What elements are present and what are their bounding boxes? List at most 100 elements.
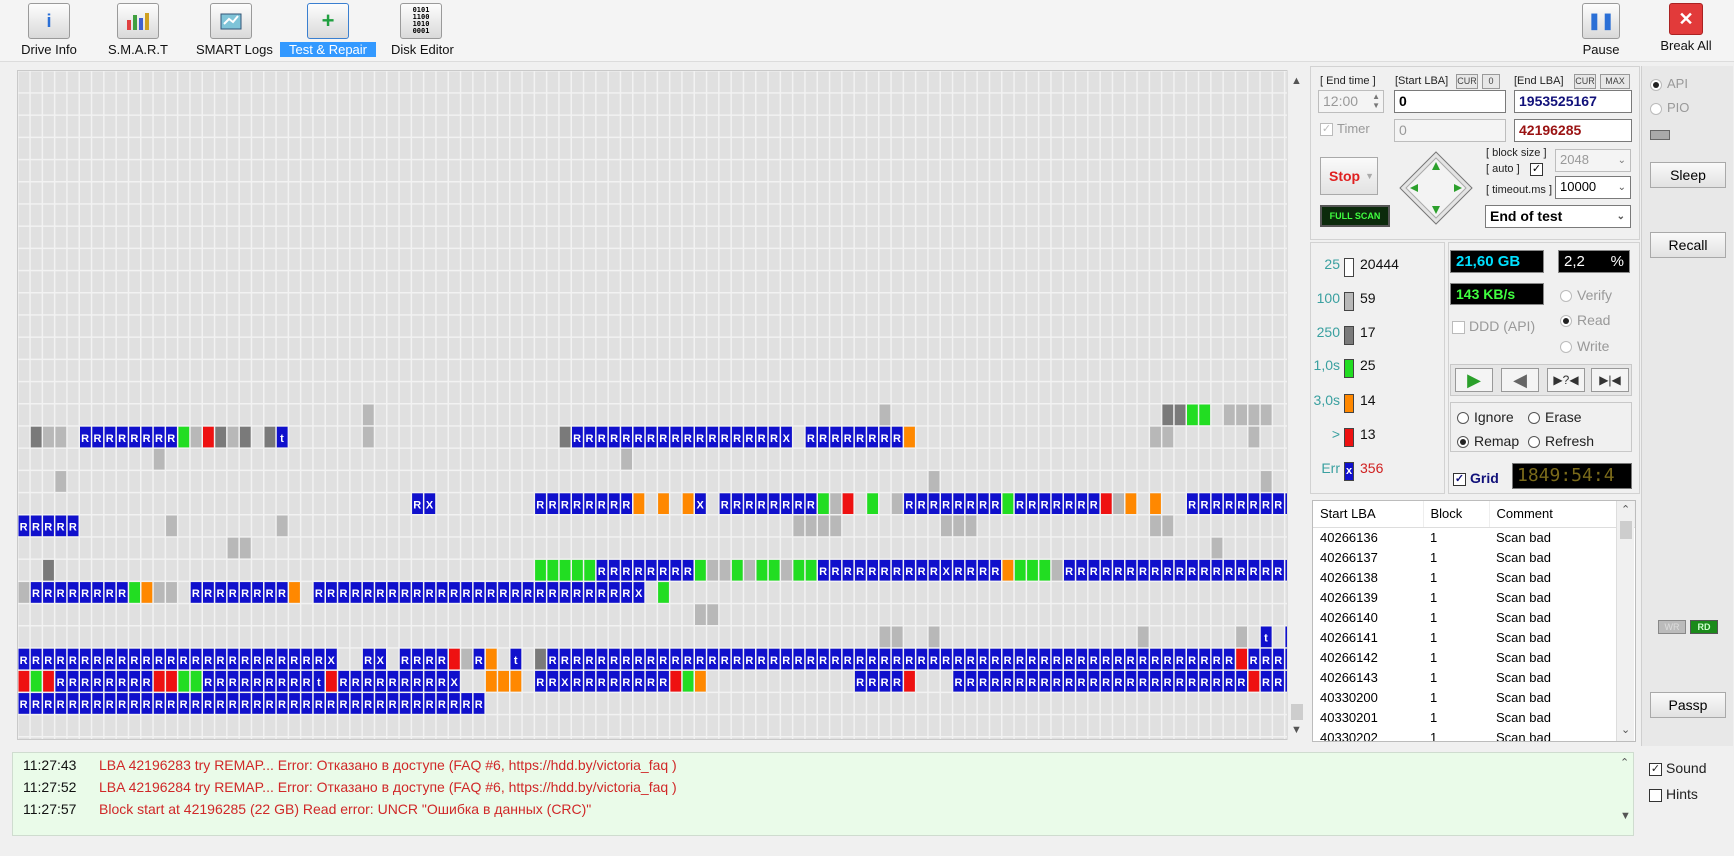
stop-dropdown-icon[interactable]: ▼ — [1365, 158, 1374, 194]
sleep-button[interactable]: Sleep — [1650, 162, 1726, 188]
start-lba-input[interactable]: 0 — [1394, 90, 1506, 113]
seek-random-icon[interactable]: ▶?◀ — [1547, 368, 1585, 392]
scan-block-letter: R — [585, 588, 593, 600]
test-repair-button[interactable]: + Test & Repair — [280, 3, 376, 59]
ignore-radio[interactable]: Ignore — [1457, 409, 1514, 425]
remap-radio[interactable]: Remap — [1457, 433, 1519, 449]
scan-block — [153, 448, 165, 470]
timer-checkbox[interactable]: ✓ Timer — [1320, 121, 1370, 137]
table-row[interactable]: 40266136 1 Scan bad — [1313, 527, 1635, 547]
table-row[interactable]: 40330200 1 Scan bad — [1313, 687, 1635, 707]
scan-block-letter: R — [290, 655, 298, 667]
table-row[interactable]: 40266140 1 Scan bad — [1313, 607, 1635, 627]
scan-block-letter: R — [573, 433, 581, 445]
passp-button[interactable]: Passp — [1650, 692, 1726, 718]
end-cur-button[interactable]: CUR — [1574, 74, 1596, 89]
start-zero-button[interactable]: 0 — [1482, 74, 1500, 89]
scan-block — [1150, 515, 1161, 537]
scan-block-letter: R — [1188, 499, 1196, 511]
table-row[interactable]: 40266143 1 Scan bad — [1313, 667, 1635, 687]
col-comment[interactable]: Comment — [1489, 501, 1635, 528]
scan-block-letter: R — [413, 588, 421, 600]
table-cell: 40330202 — [1320, 729, 1378, 742]
read-radio[interactable]: Read — [1560, 312, 1610, 328]
time-spinner-icon[interactable]: ▲ ▼ — [1372, 92, 1380, 110]
table-cell: Scan bad — [1496, 549, 1551, 565]
table-row[interactable]: 40266142 1 Scan bad — [1313, 647, 1635, 667]
smart-logs-button[interactable]: SMART Logs — [190, 3, 273, 59]
auto-block-checkbox[interactable]: ✓ — [1530, 163, 1543, 176]
scroll-up-icon[interactable]: ▲ — [1291, 75, 1302, 87]
seek-end-icon[interactable]: ▶|◀ — [1591, 368, 1629, 392]
scroll-thumb[interactable] — [1620, 521, 1632, 539]
navigation-diamond[interactable] — [1398, 150, 1474, 226]
timer-input[interactable]: 0 — [1394, 119, 1506, 142]
table-row[interactable]: 40266141 1 Scan bad — [1313, 627, 1635, 647]
start-cur-button[interactable]: CUR — [1456, 74, 1478, 89]
pio-radio[interactable]: PIO — [1650, 100, 1689, 115]
scan-block-letter: R — [585, 499, 593, 511]
log-scrollbar[interactable]: ⌃ ▼ — [1616, 754, 1634, 834]
scan-block-letter: R — [426, 699, 434, 711]
scan-block-letter: R — [721, 499, 729, 511]
current-lba-field: 42196285 — [1514, 119, 1632, 142]
scan-block-letter: R — [57, 655, 65, 667]
scroll-up-icon[interactable]: ⌃ — [1620, 756, 1629, 769]
scan-block-letter: R — [745, 433, 753, 445]
scroll-down-icon[interactable]: ▼ — [1291, 724, 1302, 736]
end-max-button[interactable]: MAX — [1600, 74, 1630, 89]
end-of-test-select[interactable]: End of test ⌄ — [1485, 205, 1631, 228]
col-block[interactable]: Block — [1423, 501, 1490, 528]
scan-block-letter: R — [1102, 677, 1110, 689]
scroll-down-icon[interactable]: ⌄ — [1621, 723, 1630, 736]
table-row[interactable]: 40266137 1 Scan bad — [1313, 547, 1635, 567]
table-row[interactable]: 40266139 1 Scan bad — [1313, 587, 1635, 607]
pause-button[interactable]: ❚❚ Pause — [1576, 3, 1626, 59]
scan-block-letter: R — [770, 655, 778, 667]
scan-block-letter: R — [1114, 677, 1122, 689]
scan-block-letter: R — [1262, 677, 1270, 689]
smart-button[interactable]: S.M.A.R.T — [102, 3, 174, 59]
table-row[interactable]: 40330202 1 Scan bad — [1313, 727, 1635, 742]
scan-block-letter: R — [733, 499, 741, 511]
scan-block — [731, 559, 743, 581]
scan-block — [203, 426, 214, 448]
table-scrollbar[interactable]: ⌃ ⌄ — [1616, 501, 1634, 741]
reverse-icon[interactable]: ◀ — [1501, 368, 1539, 392]
full-scan-indicator[interactable]: FULL SCAN — [1320, 205, 1390, 227]
grid-checkbox[interactable]: ✓ Grid — [1453, 470, 1499, 486]
scan-block — [818, 493, 829, 514]
recall-button[interactable]: Recall — [1650, 232, 1726, 258]
write-radio[interactable]: Write — [1560, 338, 1609, 354]
scroll-thumb[interactable] — [1291, 704, 1303, 720]
refresh-radio[interactable]: Refresh — [1528, 433, 1594, 449]
scan-block-letter: R — [1090, 655, 1098, 667]
drive-info-button[interactable]: i Drive Info — [14, 3, 84, 59]
scroll-down-icon[interactable]: ▼ — [1620, 810, 1631, 822]
timeout-select[interactable]: 10000 ⌄ — [1555, 176, 1631, 199]
play-icon[interactable]: ▶ — [1455, 368, 1493, 392]
hints-checkbox[interactable]: Hints — [1649, 786, 1698, 802]
scroll-up-icon[interactable]: ⌃ — [1621, 503, 1630, 516]
end-time-input[interactable]: 12:00 ▲ ▼ — [1318, 90, 1384, 113]
sound-checkbox[interactable]: ✓ Sound — [1649, 760, 1706, 776]
table-row[interactable]: 40266138 1 Scan bad — [1313, 567, 1635, 587]
col-start-lba[interactable]: Start LBA — [1313, 501, 1424, 528]
scan-block-letter: R — [204, 677, 212, 689]
end-lba-input[interactable]: 1953525167 — [1514, 90, 1632, 113]
table-row[interactable]: 40330201 1 Scan bad — [1313, 707, 1635, 727]
scan-block-letter: R — [831, 566, 839, 578]
verify-radio[interactable]: Verify — [1560, 287, 1612, 303]
api-radio[interactable]: API — [1650, 76, 1688, 91]
erase-radio[interactable]: Erase — [1528, 409, 1582, 425]
chevron-down-icon: ⌄ — [1617, 182, 1626, 193]
scan-block-letter: X — [450, 677, 458, 689]
disk-editor-button[interactable]: 0101 1100 1010 0001 Disk Editor — [385, 3, 457, 59]
stop-button[interactable]: Stop ▼ — [1320, 157, 1378, 195]
scan-block-letter: R — [426, 655, 434, 667]
ddd-api-checkbox[interactable]: DDD (API) — [1452, 318, 1535, 334]
break-all-button[interactable]: ✕ Break All — [1654, 3, 1718, 59]
scan-block-letter: R — [118, 699, 126, 711]
scan-block-letter: R — [438, 588, 446, 600]
block-size-select[interactable]: 2048 ⌄ — [1555, 149, 1631, 172]
